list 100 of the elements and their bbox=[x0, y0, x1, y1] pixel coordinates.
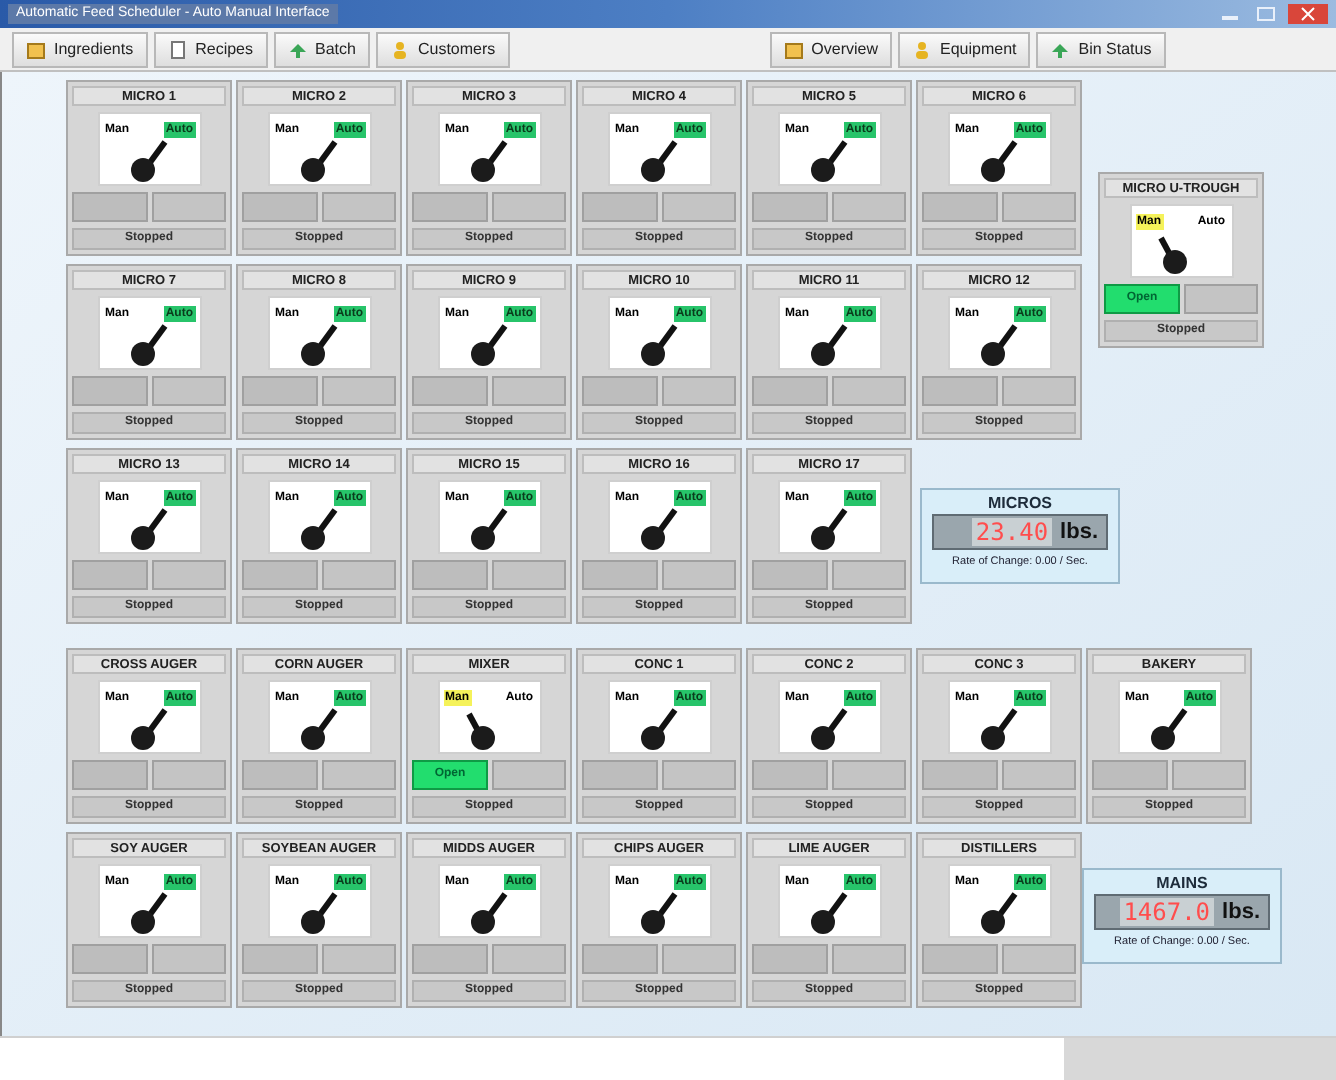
blank-button[interactable] bbox=[922, 944, 998, 974]
blank-button[interactable] bbox=[1002, 760, 1076, 790]
lever-knob-icon bbox=[469, 140, 507, 182]
blank-button[interactable] bbox=[152, 560, 226, 590]
lever-knob-icon bbox=[639, 892, 677, 934]
toolbar-button[interactable]: Customers bbox=[375, 31, 510, 67]
blank-button[interactable] bbox=[492, 760, 566, 790]
blank-button[interactable] bbox=[72, 560, 148, 590]
blank-button[interactable] bbox=[242, 376, 318, 406]
blank-button[interactable] bbox=[322, 192, 396, 222]
maximize-icon[interactable] bbox=[1252, 6, 1280, 22]
blank-button[interactable] bbox=[1002, 376, 1076, 406]
people-icon bbox=[389, 39, 410, 59]
blank-button[interactable] bbox=[752, 944, 828, 974]
lever-knob-icon bbox=[465, 708, 495, 750]
box-icon bbox=[783, 39, 804, 59]
blank-button[interactable] bbox=[1002, 944, 1076, 974]
arrow-icon bbox=[1050, 39, 1071, 59]
blank-button[interactable] bbox=[412, 192, 488, 222]
lever-knob-icon bbox=[129, 324, 167, 366]
blank-button[interactable] bbox=[922, 192, 998, 222]
toolbar-button[interactable]: Overview bbox=[769, 31, 892, 67]
close-icon[interactable] bbox=[1288, 4, 1328, 24]
scale-title: MICROS bbox=[988, 494, 1052, 514]
blank-button[interactable] bbox=[582, 760, 658, 790]
page-icon bbox=[167, 39, 188, 59]
blank-button[interactable] bbox=[662, 192, 736, 222]
blank-button[interactable] bbox=[152, 192, 226, 222]
blank-button[interactable] bbox=[242, 192, 318, 222]
blank-button[interactable] bbox=[412, 376, 488, 406]
toolbar-button[interactable]: Recipes bbox=[153, 31, 267, 67]
weight-value: 23.40 bbox=[971, 518, 1053, 546]
blank-button[interactable] bbox=[72, 376, 148, 406]
blank-button[interactable] bbox=[242, 760, 318, 790]
toolbar-button[interactable]: Batch bbox=[273, 31, 370, 67]
blank-button[interactable] bbox=[922, 760, 998, 790]
blank-button[interactable] bbox=[832, 376, 906, 406]
blank-button[interactable] bbox=[152, 376, 226, 406]
blank-button[interactable] bbox=[832, 560, 906, 590]
blank-button[interactable] bbox=[582, 944, 658, 974]
lever-knob-icon bbox=[129, 508, 167, 550]
lever-knob-icon bbox=[639, 324, 677, 366]
blank-button[interactable] bbox=[492, 944, 566, 974]
blank-button[interactable] bbox=[582, 376, 658, 406]
blank-button[interactable] bbox=[492, 192, 566, 222]
lever-knob-icon bbox=[809, 892, 847, 934]
blank-button[interactable] bbox=[1002, 192, 1076, 222]
blank-button[interactable] bbox=[752, 376, 828, 406]
blank-button[interactable] bbox=[322, 376, 396, 406]
blank-button[interactable] bbox=[152, 760, 226, 790]
blank-button[interactable] bbox=[922, 376, 998, 406]
blank-button[interactable] bbox=[72, 192, 148, 222]
blank-button[interactable] bbox=[832, 192, 906, 222]
blank-button[interactable] bbox=[582, 192, 658, 222]
blank-button[interactable] bbox=[72, 760, 148, 790]
blank-button[interactable] bbox=[412, 560, 488, 590]
lever-knob-icon bbox=[979, 892, 1017, 934]
box-icon bbox=[26, 39, 46, 59]
blank-button[interactable] bbox=[322, 944, 396, 974]
arrow-icon bbox=[287, 39, 307, 59]
toolbar-button[interactable]: Equipment bbox=[898, 31, 1031, 67]
scale-title: MAINS bbox=[1156, 874, 1208, 894]
blank-button[interactable] bbox=[412, 944, 488, 974]
blank-button[interactable] bbox=[72, 944, 148, 974]
toolbar-button[interactable]: Ingredients bbox=[12, 31, 148, 67]
blank-button[interactable] bbox=[752, 192, 828, 222]
blank-button[interactable] bbox=[1184, 284, 1258, 314]
blank-button[interactable] bbox=[492, 560, 566, 590]
lever-knob-icon bbox=[809, 708, 847, 750]
blank-button[interactable] bbox=[1092, 760, 1168, 790]
blank-button[interactable] bbox=[662, 944, 736, 974]
lever-knob-icon bbox=[979, 140, 1017, 182]
people-icon bbox=[912, 39, 932, 59]
blank-button[interactable] bbox=[832, 760, 906, 790]
lever-knob-icon bbox=[1149, 708, 1187, 750]
blank-button[interactable] bbox=[242, 944, 318, 974]
lever-knob-icon bbox=[979, 708, 1017, 750]
weight-unit: lbs. bbox=[1060, 518, 1098, 546]
lever-knob-icon bbox=[639, 508, 677, 550]
blank-button[interactable] bbox=[752, 560, 828, 590]
blank-button[interactable] bbox=[322, 760, 396, 790]
blank-button[interactable] bbox=[152, 944, 226, 974]
blank-button[interactable] bbox=[752, 760, 828, 790]
blank-button[interactable] bbox=[582, 560, 658, 590]
blank-button[interactable] bbox=[662, 760, 736, 790]
lever-knob-icon bbox=[809, 140, 847, 182]
toolbar-button[interactable]: Bin Status bbox=[1036, 31, 1166, 67]
blank-button[interactable] bbox=[832, 944, 906, 974]
blank-button[interactable] bbox=[322, 560, 396, 590]
lever-knob-icon bbox=[469, 324, 507, 366]
blank-button[interactable] bbox=[662, 560, 736, 590]
blank-button[interactable] bbox=[242, 560, 318, 590]
blank-button[interactable] bbox=[492, 376, 566, 406]
lever-knob-icon bbox=[299, 508, 337, 550]
lever-knob-icon bbox=[299, 708, 337, 750]
blank-button[interactable] bbox=[1172, 760, 1246, 790]
lever-knob-icon bbox=[469, 892, 507, 934]
lever-knob-icon bbox=[299, 324, 337, 366]
lever-knob-icon bbox=[809, 508, 847, 550]
blank-button[interactable] bbox=[662, 376, 736, 406]
